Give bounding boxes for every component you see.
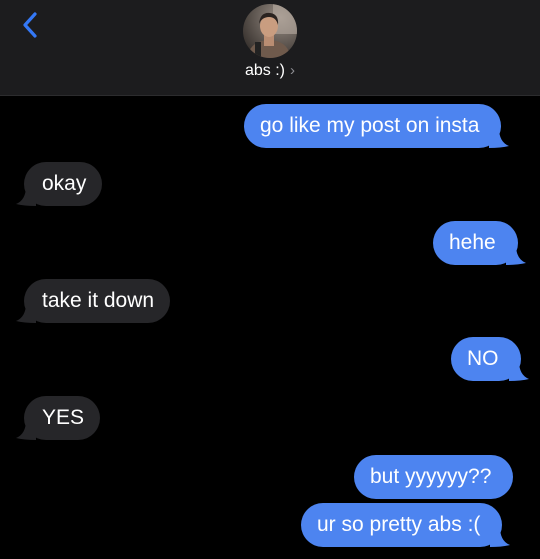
message-text: ur so pretty abs :(	[317, 513, 481, 536]
message-bubble-outgoing[interactable]: NO	[451, 337, 529, 381]
message-text: okay	[42, 172, 87, 195]
bubble-tail	[16, 303, 36, 323]
message-text: hehe	[449, 231, 496, 254]
contact-name: abs :)	[244, 62, 285, 79]
chevron-right-icon: ›	[290, 62, 295, 79]
bubble-tail	[16, 420, 36, 440]
back-button[interactable]	[14, 8, 50, 44]
chevron-left-icon	[23, 12, 37, 38]
avatar-photo	[243, 4, 297, 58]
message-text: go like my post on insta	[260, 114, 480, 137]
message-text: take it down	[42, 289, 155, 312]
message-bubble-incoming[interactable]: take it down	[16, 279, 171, 323]
message-text: NO	[467, 347, 499, 370]
bubble-tail	[508, 361, 529, 381]
message-text: but yyyyyy??	[370, 465, 492, 488]
message-bubble-outgoing[interactable]: go like my post on insta	[244, 104, 510, 148]
bubble-tail	[489, 128, 510, 148]
message-bubble-outgoing[interactable]: but yyyyyy??	[354, 455, 514, 499]
message-bubble-outgoing[interactable]: ur so pretty abs :(	[301, 503, 511, 547]
contact-name-button[interactable]: abs :) ›	[0, 62, 540, 80]
contact-avatar[interactable]	[243, 4, 297, 58]
bubble-tail	[505, 245, 526, 265]
bubble-tail	[490, 527, 511, 547]
bubble-tail	[16, 186, 36, 206]
conversation-header: abs :) ›	[0, 0, 540, 96]
message-bubble-incoming[interactable]: okay	[16, 162, 103, 206]
message-bubble-incoming[interactable]: YES	[16, 396, 101, 440]
message-text: YES	[42, 406, 85, 429]
message-bubble-outgoing[interactable]: hehe	[433, 221, 526, 265]
